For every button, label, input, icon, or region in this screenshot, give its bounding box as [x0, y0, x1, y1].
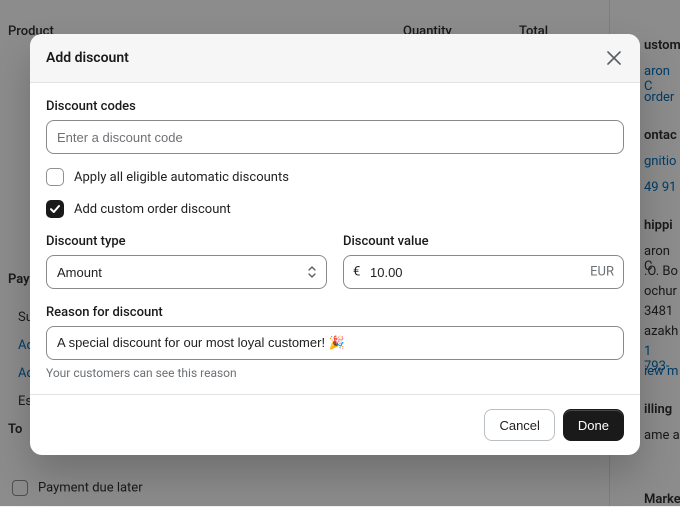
custom-discount-label: Add custom order discount: [74, 202, 231, 217]
modal-footer: Cancel Done: [30, 394, 640, 455]
done-button[interactable]: Done: [563, 409, 624, 441]
currency-symbol: €: [353, 265, 360, 280]
custom-discount-checkbox[interactable]: [46, 200, 64, 218]
close-icon: [607, 51, 621, 65]
add-discount-modal: Add discount Discount codes Apply all el…: [30, 34, 640, 455]
currency-code: EUR: [590, 265, 614, 280]
discount-code-input[interactable]: [46, 120, 624, 154]
custom-discount-row[interactable]: Add custom order discount: [46, 200, 624, 218]
discount-type-select[interactable]: [46, 255, 327, 289]
reason-input[interactable]: [46, 326, 624, 360]
reason-helper: Your customers can see this reason: [46, 366, 624, 380]
discount-value-label: Discount value: [343, 234, 624, 249]
cancel-button[interactable]: Cancel: [484, 409, 554, 441]
modal-title: Add discount: [46, 50, 129, 66]
apply-auto-label: Apply all eligible automatic discounts: [74, 170, 289, 185]
discount-codes-label: Discount codes: [46, 99, 624, 114]
check-icon: [49, 203, 61, 215]
discount-type-label: Discount type: [46, 234, 327, 249]
reason-label: Reason for discount: [46, 305, 624, 320]
modal-header: Add discount: [30, 34, 640, 83]
apply-auto-row[interactable]: Apply all eligible automatic discounts: [46, 168, 624, 186]
close-button[interactable]: [604, 48, 624, 68]
apply-auto-checkbox[interactable]: [46, 168, 64, 186]
discount-value-input[interactable]: [343, 255, 624, 289]
